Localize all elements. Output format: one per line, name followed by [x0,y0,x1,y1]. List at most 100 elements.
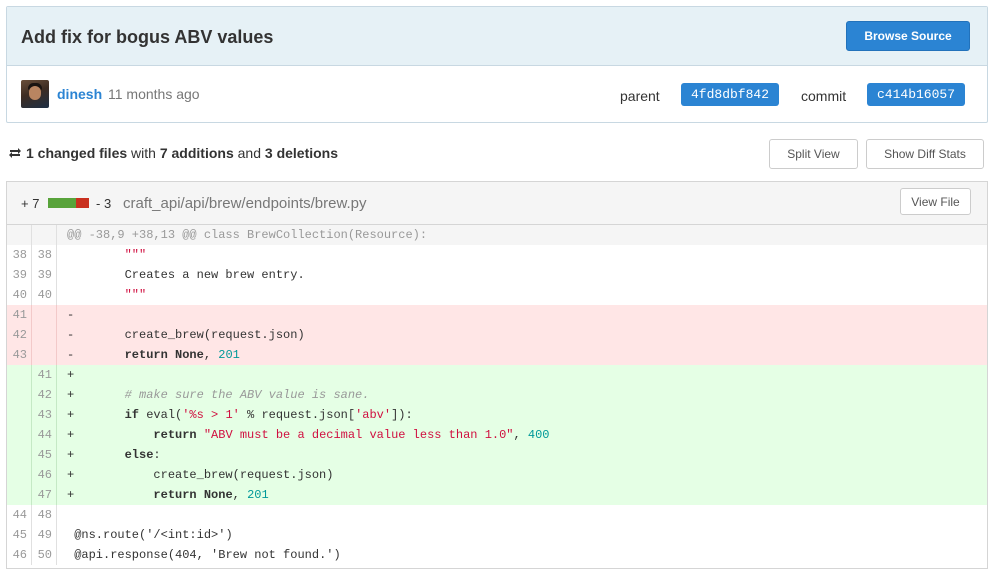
refresh-icon [9,148,21,158]
new-line-number[interactable]: 43 [32,405,57,425]
old-line-number[interactable] [7,485,32,505]
context-line: 44 48 [7,505,987,525]
code-token: '%s > 1' [182,408,240,422]
code-line: + else: [57,445,987,465]
old-line-number[interactable]: 40 [7,285,32,305]
file-diff: + 7 - 3 craft_api/api/brew/endpoints/bre… [6,181,988,569]
old-line-number[interactable]: 43 [7,345,32,365]
commit-title-bar: Add fix for bogus ABV values Browse Sour… [7,7,987,66]
code-line: + create_brew(request.json) [57,465,987,485]
view-file-button[interactable]: View File [900,188,971,215]
new-line-number[interactable]: 44 [32,425,57,445]
old-line-number[interactable] [7,385,32,405]
context-line: 46 50 @api.response(404, 'Brew not found.… [7,545,987,565]
added-line: 43 + if eval('%s > 1' % request.json['abv… [7,405,987,425]
new-line-number[interactable]: 46 [32,465,57,485]
code-line: @ns.route('/<int:id>') [57,525,987,545]
author-link[interactable]: dinesh [57,86,102,102]
old-line-number[interactable] [7,405,32,425]
code-token: : [153,448,161,462]
old-line-number[interactable]: 46 [7,545,32,565]
stats-and: and [237,145,261,161]
new-line-number[interactable]: 41 [32,365,57,385]
old-line-number[interactable] [7,425,32,445]
deletions-count: 3 deletions [264,145,339,161]
code-line: - [57,305,987,325]
split-view-button[interactable]: Split View [769,139,858,169]
code-token: + [67,428,154,442]
deleted-line: 43 - return None, 201 [7,345,987,365]
old-line-number[interactable] [7,465,32,485]
old-line-number[interactable] [7,445,32,465]
old-line-number[interactable]: 41 [7,305,32,325]
parent-sha-link[interactable]: 4fd8dbf842 [681,83,780,106]
new-line-number[interactable] [32,305,57,325]
browse-source-button[interactable]: Browse Source [846,21,970,51]
commit-title: Add fix for bogus ABV values [21,27,274,47]
new-line-number[interactable]: 42 [32,385,57,405]
code-token: """ [124,248,147,262]
avatar[interactable] [21,80,49,108]
code-token: - create_brew(request.json) [67,328,305,342]
code-token: # make sure the ABV value is sane. [124,388,370,402]
hunk-header: @@ -38,9 +38,13 @@ class BrewCollection(… [7,225,987,245]
show-diff-stats-button[interactable]: Show Diff Stats [866,139,984,169]
code-token: else [124,448,154,462]
code-token: ) [333,548,341,562]
code-token: 'abv' [355,408,392,422]
old-line-number[interactable]: 39 [7,265,32,285]
added-line: 45 + else: [7,445,987,465]
added-line: 41 + [7,365,987,385]
old-line-number[interactable]: 42 [7,325,32,345]
new-line-number[interactable] [32,345,57,365]
old-line-number[interactable]: 45 [7,525,32,545]
new-line-number[interactable]: 50 [32,545,57,565]
changed-files-count: 1 changed files [26,145,128,161]
diff-body: @@ -38,9 +38,13 @@ class BrewCollection(… [7,225,987,565]
code-line: + return None, 201 [57,485,987,505]
code-token: 201 [218,348,240,362]
old-line-number[interactable] [7,365,32,385]
context-line: 38 38 """ [7,245,987,265]
hunk-header-text: @@ -38,9 +38,13 @@ class BrewCollection(… [67,228,428,242]
old-line-number[interactable]: 38 [7,245,32,265]
new-line-number[interactable]: 49 [32,525,57,545]
code-token: ]): [391,408,413,422]
added-line: 42 + # make sure the ABV value is sane. [7,385,987,405]
diff-summary: 1 changed files with 7 additions and 3 d… [8,145,338,161]
new-line-number[interactable]: 40 [32,285,57,305]
code-token: 201 [247,488,269,502]
new-line-number[interactable]: 38 [32,245,57,265]
context-line: 40 40 """ [7,285,987,305]
new-line-number[interactable]: 48 [32,505,57,525]
code-token: - [67,308,75,322]
new-line-number[interactable]: 45 [32,445,57,465]
new-line-number[interactable] [32,325,57,345]
code-token: @ns.route( [67,528,147,542]
old-line-number[interactable]: 44 [7,505,32,525]
code-token: ) [225,528,233,542]
added-line: 47 + return None, 201 [7,485,987,505]
commit-header-box: Add fix for bogus ABV values Browse Sour… [6,6,988,123]
commit-sha-link[interactable]: c414b16057 [867,83,966,106]
code-token: "ABV must be a decimal value less than 1… [203,428,514,442]
new-line-number[interactable]: 39 [32,265,57,285]
code-line: @api.response(404, 'Brew not found.') [57,545,987,565]
code-token: + [67,368,75,382]
code-token: eval( [139,408,183,422]
code-token: + [67,388,125,402]
code-line: + return "ABV must be a decimal value le… [57,425,987,445]
file-deletions: - 3 [96,196,112,211]
code-line: Creates a new brew entry. [57,265,987,285]
code-token: if [124,408,140,422]
code-token: , [196,548,212,562]
code-token: Creates a new brew entry. [67,268,305,282]
additions-count: 7 additions [159,145,234,161]
code-line: - create_brew(request.json) [57,325,987,345]
new-line-number[interactable]: 47 [32,485,57,505]
